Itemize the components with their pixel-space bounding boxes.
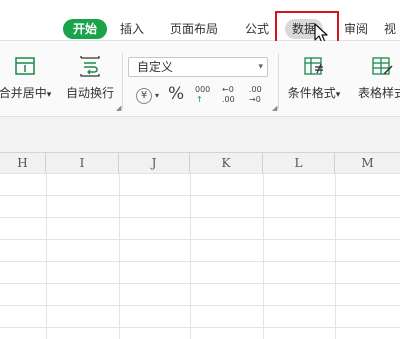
ribbon-separator bbox=[278, 53, 279, 109]
alignment-dialog-launcher-icon[interactable]: ◢ bbox=[116, 104, 121, 112]
column-header-k[interactable]: K bbox=[190, 153, 263, 173]
tab-insert[interactable]: 插入 bbox=[120, 19, 144, 39]
spreadsheet-grid[interactable] bbox=[0, 173, 400, 339]
merge-cells-icon bbox=[15, 57, 35, 75]
column-header-i[interactable]: I bbox=[46, 153, 119, 173]
thousands-arrow-icon: ↑ bbox=[196, 95, 203, 104]
column-header-m[interactable]: M bbox=[335, 153, 400, 173]
grid-column-line bbox=[119, 173, 120, 339]
ribbon-toolbar: 合并居中▾ 自动换行 自定义 ▾ ¥ ▾ % 000 ↑ ←0 .00 .00 … bbox=[0, 41, 400, 116]
merge-center-label: 合并居中 bbox=[0, 86, 47, 100]
column-header-row: H I J K L M bbox=[0, 152, 400, 174]
tab-formulas[interactable]: 公式 bbox=[245, 19, 269, 39]
tab-home[interactable]: 开始 bbox=[63, 19, 108, 39]
ribbon-separator bbox=[122, 53, 123, 109]
increase-decimal-button[interactable]: ←0 .00 bbox=[222, 85, 242, 105]
merge-center-button[interactable]: 合并居中▾ bbox=[0, 55, 56, 101]
wrap-text-label: 自动换行 bbox=[65, 86, 114, 100]
number-format-select[interactable]: 自定义 ▾ bbox=[128, 57, 268, 77]
table-style-icon bbox=[372, 57, 393, 75]
table-style-label: 表格样式 bbox=[357, 86, 400, 100]
percent-button[interactable]: % bbox=[168, 84, 184, 104]
wrap-text-button[interactable]: 自动换行 bbox=[64, 55, 116, 101]
tab-review[interactable]: 审阅 bbox=[344, 19, 368, 39]
formula-bar-area bbox=[0, 116, 400, 153]
grid-column-line bbox=[46, 173, 47, 339]
chevron-down-icon: ▾ bbox=[258, 62, 263, 72]
thousands-separator-button[interactable]: 000 bbox=[195, 85, 210, 94]
column-header-l[interactable]: L bbox=[263, 153, 335, 173]
number-dialog-launcher-icon[interactable]: ◢ bbox=[272, 104, 277, 112]
column-header-j[interactable]: J bbox=[119, 153, 190, 173]
tab-page-layout[interactable]: 页面布局 bbox=[170, 19, 218, 39]
conditional-format-button[interactable]: 条件格式▾ bbox=[284, 55, 344, 101]
wrap-text-icon bbox=[80, 56, 100, 77]
grid-column-line bbox=[335, 173, 336, 339]
conditional-format-label: 条件格式 bbox=[287, 86, 336, 100]
decrease-decimal-button[interactable]: .00 →0 bbox=[249, 85, 269, 105]
chevron-down-icon: ▾ bbox=[335, 90, 341, 100]
column-header-h[interactable]: H bbox=[0, 153, 46, 173]
table-style-button[interactable]: 表格样式 bbox=[352, 55, 400, 101]
ribbon-tab-bar: 开始 插入 页面布局 公式 数据 审阅 视 bbox=[0, 0, 400, 41]
number-format-value: 自定义 bbox=[137, 60, 174, 74]
currency-dropdown-icon[interactable]: ▾ bbox=[155, 91, 159, 100]
currency-button[interactable]: ¥ bbox=[136, 88, 152, 104]
grid-column-line bbox=[190, 173, 191, 339]
merge-dropdown-arrow[interactable]: ▾ bbox=[47, 90, 52, 100]
grid-column-line bbox=[263, 173, 264, 339]
conditional-format-icon bbox=[304, 57, 323, 75]
tab-view[interactable]: 视 bbox=[384, 19, 396, 39]
